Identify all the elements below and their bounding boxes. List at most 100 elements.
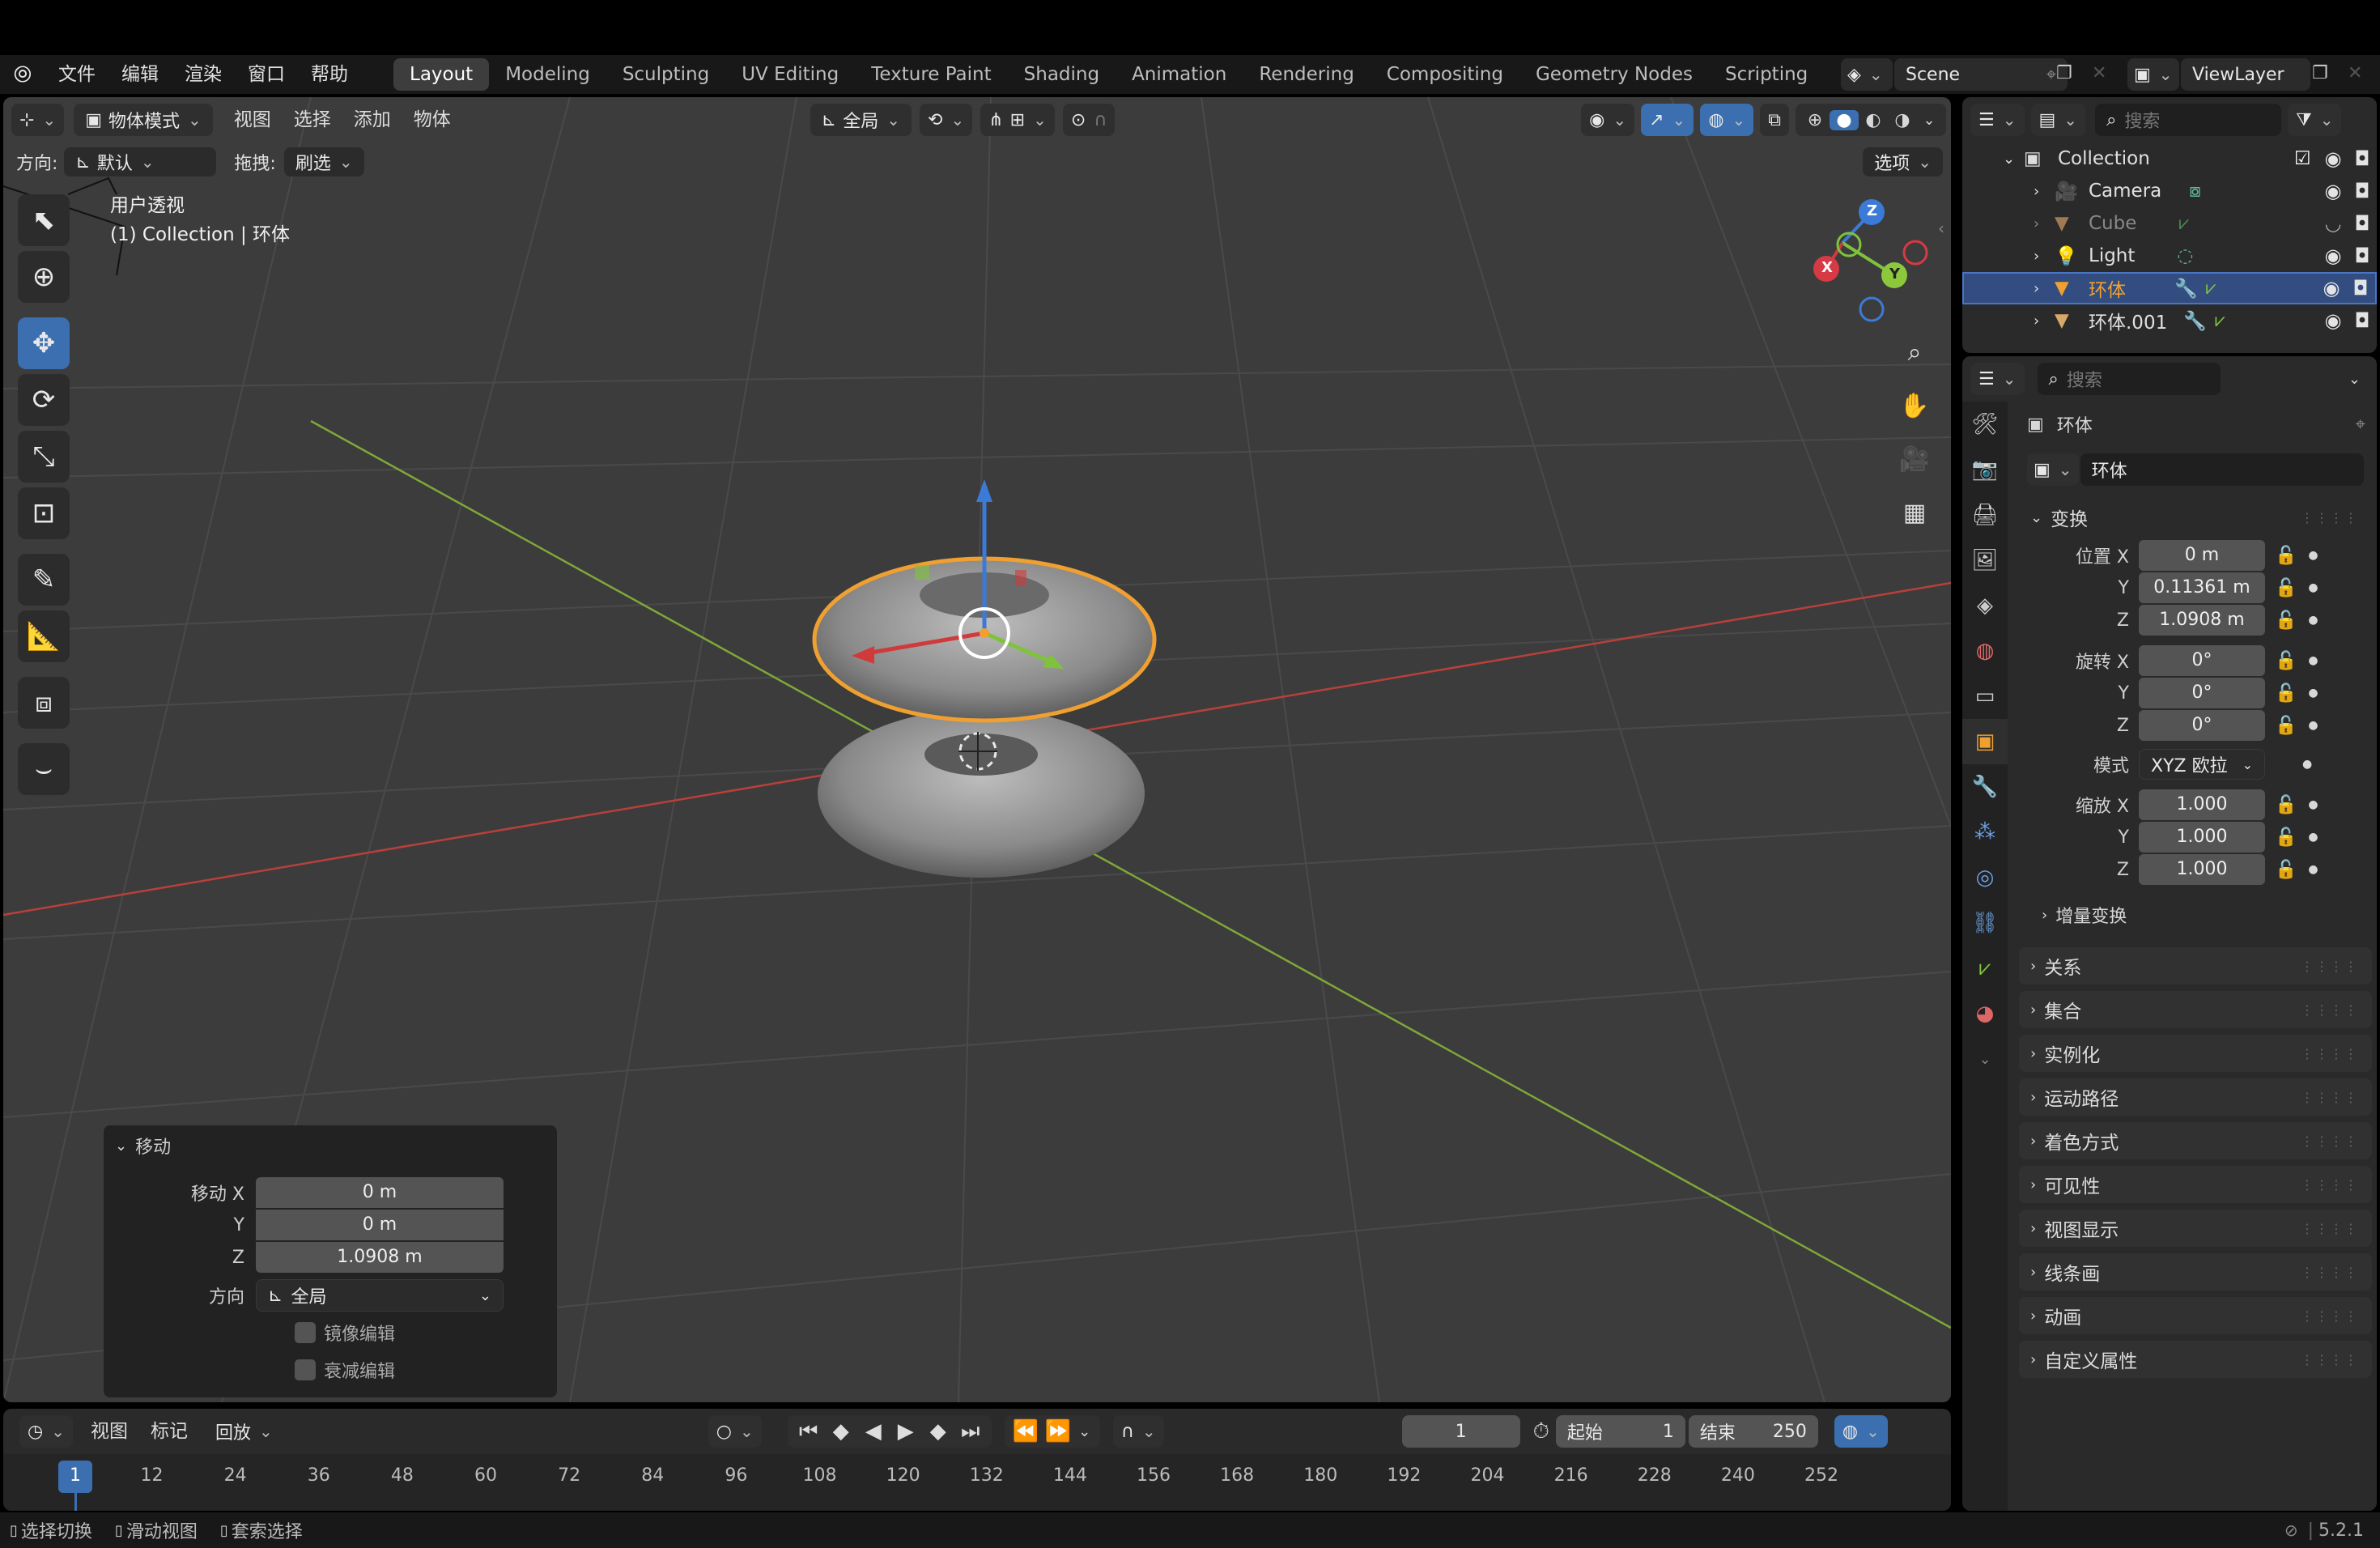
annotate-tool[interactable]: ✎ [18, 554, 70, 606]
scene-type-dropdown[interactable]: ◈ [1841, 58, 1893, 91]
shading-options-chevron-icon[interactable]: ⌄ [1917, 112, 1941, 129]
timeline[interactable]: ◷ 视图 标记 回放 ○ ⏮ ◆ ◀ ▶ ◆ ⏭ ⏪ ⏩ ⌄ ∩ 1 ⏱ 起始1… [3, 1409, 1951, 1511]
operator-panel-move[interactable]: ⌄ 移动 移动 X 0 m Y 0 m Z 1.0908 m 方向 ⊾ 全局 ⌄ 镜… [104, 1125, 557, 1397]
zoom-button[interactable]: ⌕ [1894, 332, 1935, 372]
expand-chevron-icon[interactable]: › [2034, 183, 2055, 200]
orientation-dropdown[interactable]: ⊾ 默认 [64, 147, 217, 176]
tab-scene[interactable]: ◈ [1962, 583, 2008, 628]
keyframe-dot-icon[interactable]: ● [2308, 719, 2318, 732]
outliner-row-torus-001[interactable]: › ▼ 环体.001 🔧 ⩗ ◉ ◘ [1962, 304, 2377, 337]
scale-y-field[interactable]: 1.000 [2139, 822, 2265, 853]
outliner-collection-row[interactable]: ⌄ ▣ Collection ☑ ◉ ◘ [1962, 142, 2377, 175]
move-y-field[interactable]: 0 m [256, 1210, 504, 1240]
drag-grip-icon[interactable]: ⋮⋮⋮⋮ [2301, 1221, 2359, 1236]
camera-render-icon[interactable]: ◘ [2348, 180, 2377, 202]
panel-line-art[interactable]: › 线条画 ⋮⋮⋮⋮ [2019, 1253, 2372, 1291]
outliner-search-input[interactable]: ⌕ 搜索 [2095, 104, 2282, 136]
torus-001[interactable] [818, 709, 1145, 878]
drag-grip-icon[interactable]: ⋮⋮⋮⋮ [2301, 1002, 2359, 1018]
auto-keying-toggle[interactable]: ○ [708, 1415, 762, 1448]
next-keyframe-icon[interactable]: ◆ [922, 1419, 954, 1444]
mode-selector[interactable]: ▣ 物体模式 [74, 104, 213, 136]
panel-custom-properties[interactable]: › 自定义属性 ⋮⋮⋮⋮ [2019, 1341, 2372, 1378]
jump-end-icon[interactable]: ⏭ [954, 1419, 987, 1444]
tab-animation[interactable]: Animation [1116, 58, 1243, 91]
pin-icon[interactable]: ⌖ [2046, 65, 2056, 85]
object-name-field[interactable]: 环体 [2080, 453, 2364, 486]
properties-search-input[interactable]: ⌕ 搜索 [2037, 363, 2221, 395]
timeline-overlay-toggle[interactable]: ◍ [1834, 1415, 1888, 1448]
keyframe-dot-icon[interactable]: ● [2308, 863, 2318, 876]
scale-x-field[interactable]: 1.000 [2139, 789, 2265, 820]
proportional-edit-button[interactable]: ⊙ ∩ [1062, 104, 1116, 136]
visibility-dropdown[interactable]: ◉ [1581, 104, 1635, 136]
lock-icon[interactable]: 🔓 [2275, 578, 2297, 598]
options-dropdown[interactable]: 选项 [1863, 147, 1943, 176]
menu-render[interactable]: 渲染 [172, 55, 235, 94]
transform-orientation-dropdown[interactable]: ⊾ 全局 [810, 104, 912, 136]
rotation-z-field[interactable]: 0° [2139, 710, 2265, 741]
timeline-menu-marker[interactable]: 标记 [139, 1414, 199, 1449]
keyframe-dot-icon[interactable]: ● [2308, 614, 2318, 627]
lock-icon[interactable]: 🔓 [2275, 795, 2297, 815]
overlay-toggle[interactable]: ◍ [1700, 104, 1754, 136]
add-cube-tool[interactable]: ⧈ [18, 677, 70, 729]
xray-toggle[interactable]: ⧉ [1760, 104, 1789, 136]
keyframe-dot-icon[interactable]: ● [2308, 687, 2318, 700]
drag-grip-icon[interactable]: ⋮⋮⋮⋮ [2301, 1308, 2359, 1324]
step-back-icon[interactable]: ⏪ [1009, 1419, 1042, 1444]
delete-scene-icon[interactable]: ✕ [2092, 63, 2106, 83]
lock-icon[interactable]: 🔓 [2275, 716, 2297, 736]
drag-dropdown[interactable]: 刷选 [283, 147, 364, 176]
drag-grip-icon[interactable]: ⋮⋮⋮⋮ [2301, 1265, 2359, 1280]
location-x-field[interactable]: 0 m [2139, 540, 2265, 571]
tab-shading[interactable]: Shading [1008, 58, 1116, 91]
outliner-row-light[interactable]: › 💡 Light ◌ ◉ ◘ [1962, 240, 2377, 272]
panel-shading[interactable]: › 着色方式 ⋮⋮⋮⋮ [2019, 1122, 2372, 1159]
menu-window[interactable]: 窗口 [235, 55, 298, 94]
camera-render-icon[interactable]: ◘ [2348, 309, 2377, 332]
camera-render-icon[interactable]: ◘ [2348, 245, 2377, 267]
measure-tool[interactable]: 📐 [18, 610, 70, 662]
menu-add[interactable]: 添加 [342, 102, 402, 138]
blender-logo-icon[interactable]: ⦾ [0, 61, 45, 88]
outliner-display-mode[interactable]: ▤ [2030, 104, 2086, 136]
move-tool[interactable]: ✥ [18, 317, 70, 369]
drag-grip-icon[interactable]: ⋮⋮⋮⋮ [2301, 959, 2359, 974]
rotation-x-field[interactable]: 0° [2139, 645, 2265, 676]
drag-grip-icon[interactable]: ⋮⋮⋮⋮ [2301, 1090, 2359, 1105]
keyframe-dot-icon[interactable]: ● [2308, 581, 2318, 594]
step-options-chevron-icon[interactable]: ⌄ [1074, 1423, 1095, 1440]
drag-grip-icon[interactable]: ⋮⋮⋮⋮ [2301, 1177, 2359, 1193]
timeline-editor-type[interactable]: ◷ [19, 1415, 73, 1448]
tab-tool[interactable]: 🛠 [1962, 402, 2008, 447]
tab-sculpting[interactable]: Sculpting [606, 58, 725, 91]
location-y-field[interactable]: 0.11361 m [2139, 572, 2265, 603]
gizmo-toggle[interactable]: ↗ [1641, 104, 1694, 136]
scale-z-field[interactable]: 1.000 [2139, 854, 2265, 885]
rotation-mode-dropdown[interactable]: XYZ 欧拉 ⌄ [2139, 749, 2265, 780]
tab-texture-paint[interactable]: Texture Paint [855, 58, 1007, 91]
perspective-toggle-button[interactable]: ▦ [1894, 492, 1935, 533]
pan-button[interactable]: ✋ [1894, 385, 1935, 426]
lock-icon[interactable]: 🔓 [2275, 610, 2297, 631]
tab-layout[interactable]: Layout [393, 58, 490, 91]
wireframe-shading-icon[interactable]: ⊕ [1800, 110, 1830, 130]
step-forward-icon[interactable]: ⏩ [1042, 1419, 1074, 1444]
panel-collections[interactable]: › 集合 ⋮⋮⋮⋮ [2019, 991, 2372, 1028]
lock-icon[interactable]: 🔓 [2275, 546, 2297, 566]
keyframe-dot-icon[interactable]: ● [2308, 549, 2318, 562]
solid-shading-icon[interactable]: ● [1830, 109, 1859, 130]
rotation-y-field[interactable]: 0° [2139, 678, 2265, 708]
expand-chevron-icon[interactable]: › [2034, 313, 2055, 330]
current-frame-field[interactable]: 1 [1401, 1415, 1520, 1448]
lock-icon[interactable]: 🔓 [2275, 651, 2297, 671]
pin-icon[interactable]: ⌖ [2356, 415, 2365, 435]
delta-transform-subpanel[interactable]: › 增量变换 [2019, 897, 2372, 933]
tab-rendering[interactable]: Rendering [1243, 58, 1370, 91]
drag-grip-icon[interactable]: ⋮⋮⋮⋮ [2301, 510, 2359, 525]
menu-view[interactable]: 视图 [223, 102, 283, 138]
properties-options-chevron-icon[interactable]: ⌄ [2348, 371, 2361, 388]
properties-editor-type[interactable]: ☰ [1970, 363, 2025, 395]
tab-render[interactable]: 📷 [1962, 447, 2008, 492]
